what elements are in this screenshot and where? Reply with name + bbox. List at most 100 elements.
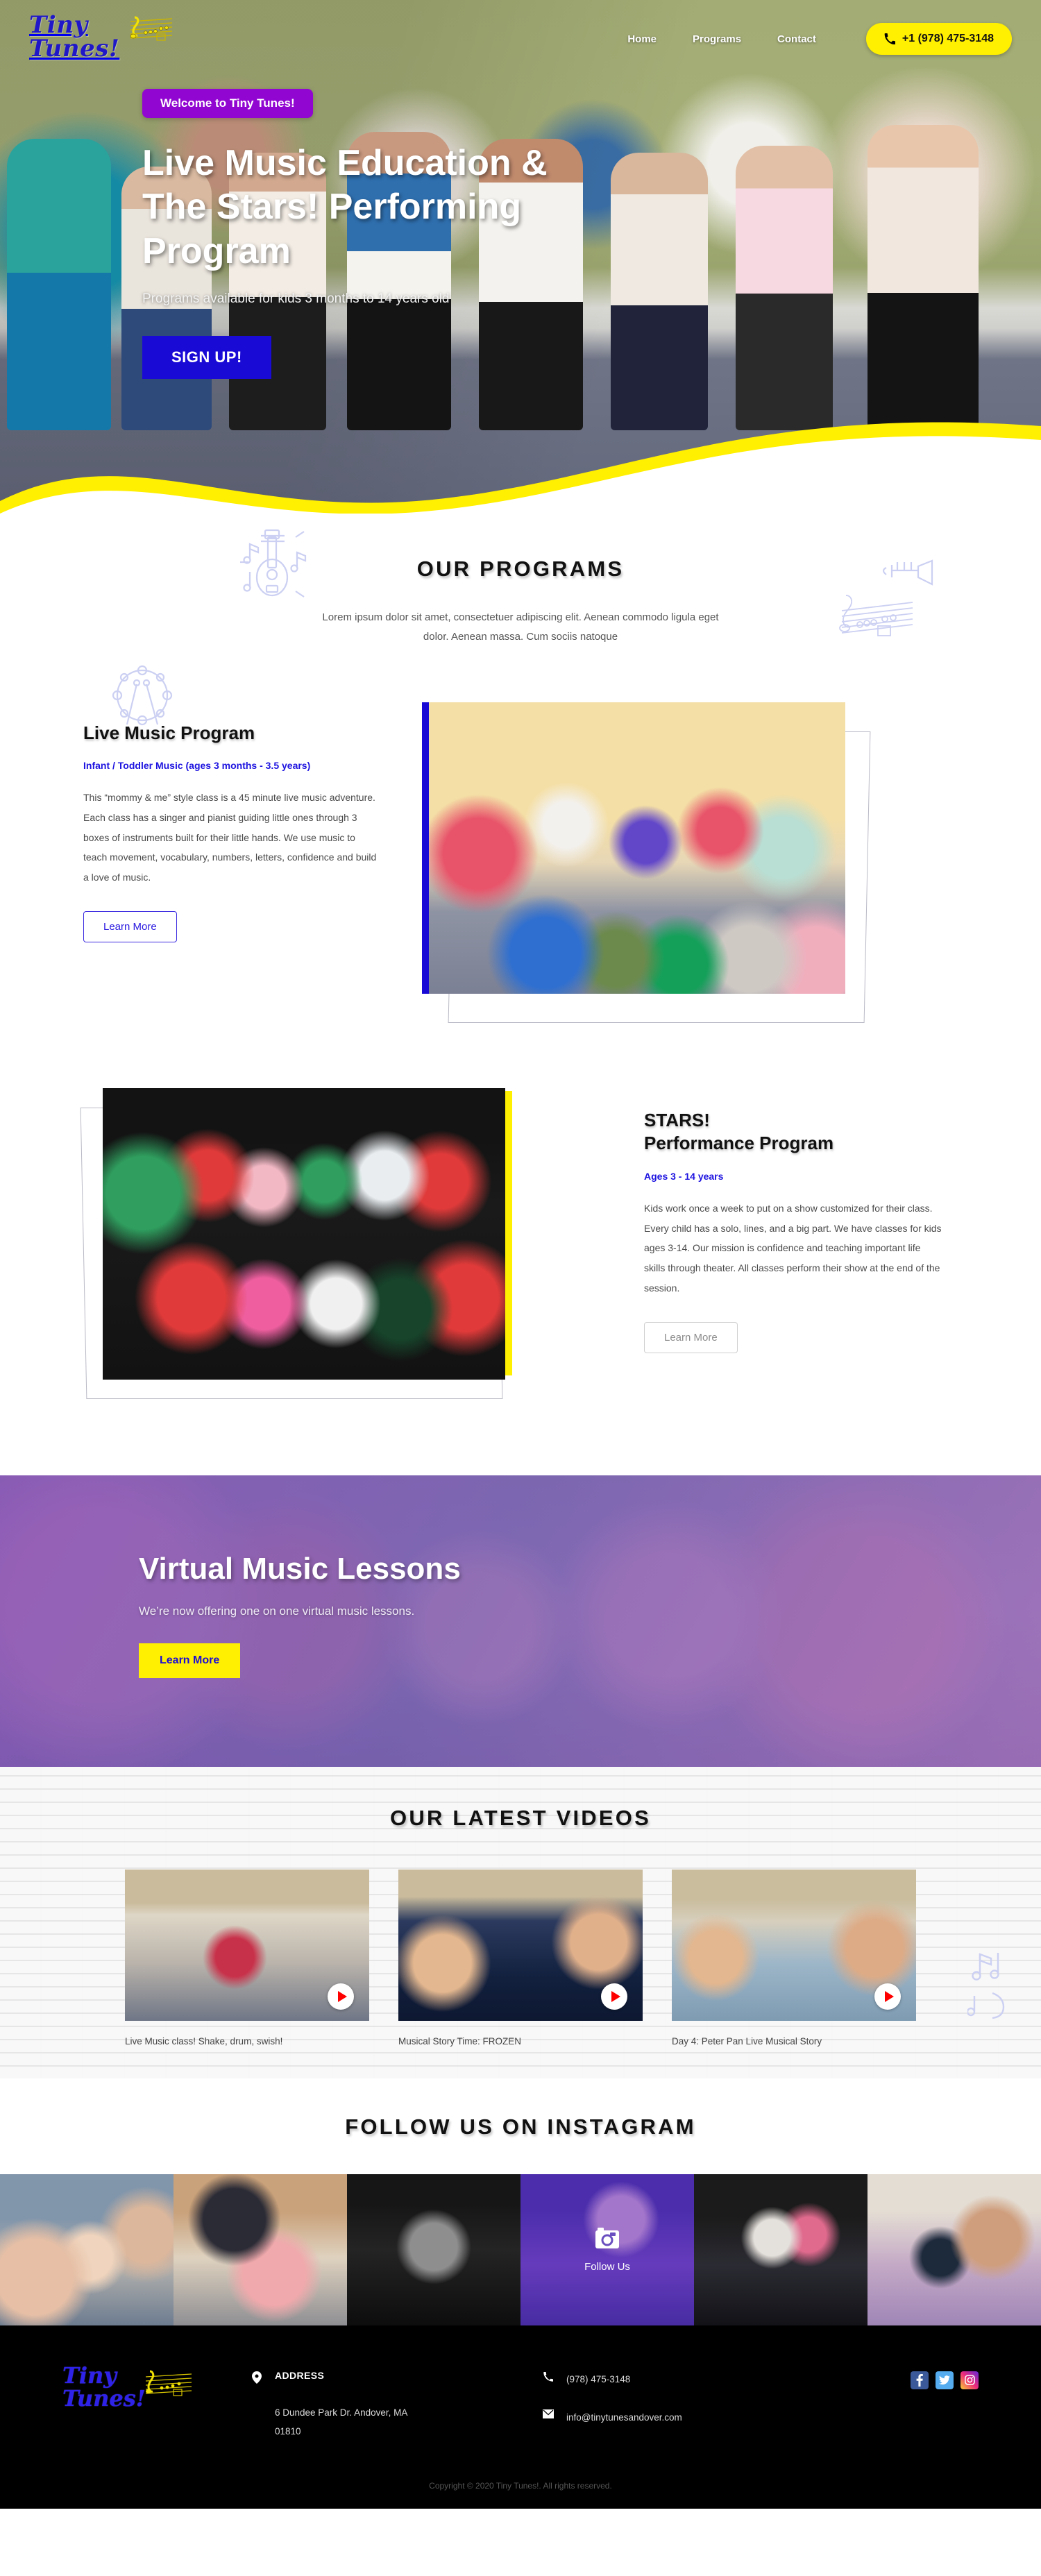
stars-title-line1: STARS!	[644, 1109, 710, 1130]
instagram-post[interactable]	[0, 2174, 174, 2325]
twitter-icon[interactable]	[936, 2371, 954, 2389]
site-footer: Tiny Tunes! ADDRESS 6 Dundee Park Dr. An…	[0, 2325, 1041, 2509]
hero-section: Tiny Tunes! Home Programs Contact +1 (97…	[0, 0, 1041, 514]
instagram-icon	[595, 2228, 619, 2248]
photo-yellow-bar-accent	[505, 1090, 512, 1375]
photo-blue-bar-accent	[422, 702, 429, 994]
play-icon[interactable]	[601, 1983, 627, 2010]
footer-copyright: Copyright © 2020 Tiny Tunes!. All rights…	[429, 2480, 612, 2491]
live-music-photo-frame	[409, 697, 871, 1023]
music-staff-icon	[130, 16, 173, 41]
header-phone-number: +1 (978) 475-3148	[902, 33, 994, 44]
programs-lead: Lorem ipsum dolor sit amet, consectetuer…	[322, 611, 719, 643]
instagram-icon[interactable]	[960, 2371, 979, 2389]
instagram-section: FOLLOW US ON INSTAGRAM Follow Us	[0, 2078, 1041, 2325]
hero-title: Live Music Education & The Stars! Perfor…	[142, 143, 548, 271]
instagram-grid: Follow Us	[0, 2174, 1041, 2325]
footer-contact-block: (978) 475-3148 info@tinytunesandover.com	[541, 2359, 819, 2427]
music-note-decoration-icon	[967, 1952, 1005, 2019]
live-music-ages: Infant / Toddler Music (ages 3 months - …	[83, 760, 311, 772]
page-root: Tiny Tunes! Home Programs Contact +1 (97…	[0, 0, 1041, 2509]
programs-title: OUR PROGRAMS	[416, 557, 625, 581]
stars-body: Kids work once a week to put on a show c…	[644, 1203, 942, 1294]
videos-title: OUR LATEST VIDEOS	[390, 1805, 651, 1830]
nav-item-programs[interactable]: Programs	[693, 33, 741, 45]
nav-item-home[interactable]: Home	[627, 33, 657, 45]
header-phone-button[interactable]: +1 (978) 475-3148	[865, 23, 1012, 55]
virtual-title: Virtual Music Lessons	[139, 1551, 461, 1586]
live-music-learn-more-button[interactable]: Learn More	[83, 910, 177, 942]
live-music-body: This “mommy & me” style class is a 45 mi…	[83, 792, 377, 883]
site-header: Tiny Tunes! Home Programs Contact +1 (97…	[0, 0, 1041, 68]
live-music-photo	[429, 702, 845, 994]
location-pin-icon	[250, 2370, 264, 2384]
footer-music-staff-icon	[145, 2370, 192, 2396]
live-music-program-row: Live Music Program Infant / Toddler Musi…	[83, 697, 958, 1023]
phone-icon	[541, 2370, 555, 2382]
yellow-wave-divider	[0, 422, 1041, 514]
phone-icon	[884, 33, 895, 44]
play-icon[interactable]	[874, 1983, 901, 2010]
virtual-subtitle: We’re now offering one on one virtual mu…	[139, 1604, 415, 1618]
video-card[interactable]: Musical Story Time: FROZEN	[398, 1869, 643, 2047]
virtual-learn-more-button[interactable]: Learn More	[139, 1643, 241, 1678]
sheet-music-icon	[839, 595, 913, 636]
virtual-content: Virtual Music Lessons We’re now offering…	[0, 1475, 1041, 1678]
stars-photo	[103, 1087, 505, 1380]
live-music-text-column: Live Music Program Infant / Toddler Musi…	[83, 697, 409, 942]
instagram-post[interactable]	[174, 2174, 347, 2325]
instagram-post[interactable]	[347, 2174, 520, 2325]
footer-logo[interactable]: Tiny Tunes!	[62, 2359, 250, 2420]
stars-ages: Ages 3 - 14 years	[644, 1171, 724, 1183]
hero-badge: Welcome to Tiny Tunes!	[142, 89, 313, 118]
instagram-title: FOLLOW US ON INSTAGRAM	[345, 2114, 696, 2139]
envelope-icon	[541, 2408, 555, 2418]
stars-title-line2: Performance Program	[644, 1133, 834, 1154]
hero-subtitle: Programs available for kids 3 months to …	[142, 291, 450, 307]
footer-address-label: ADDRESS	[275, 2369, 325, 2381]
video-caption: Musical Story Time: FROZEN	[398, 2035, 522, 2047]
footer-phone-value: (978) 475-3148	[566, 2373, 631, 2384]
instagram-follow-label: Follow Us	[584, 2261, 630, 2273]
video-card[interactable]: Live Music class! Shake, drum, swish!	[125, 1869, 369, 2047]
stars-photo-frame	[80, 1083, 514, 1409]
stars-learn-more-button[interactable]: Learn More	[644, 1321, 738, 1353]
footer-address-block: ADDRESS 6 Dundee Park Dr. Andover, MA 01…	[250, 2359, 541, 2441]
hero-content: Welcome to Tiny Tunes! Live Music Educat…	[0, 68, 1041, 380]
video-caption: Day 4: Peter Pan Live Musical Story	[672, 2035, 822, 2047]
videos-content: OUR LATEST VIDEOS Live Music class! Shak…	[0, 1806, 1041, 2047]
footer-social-links	[911, 2359, 979, 2389]
hero-signup-button[interactable]: SIGN UP!	[142, 336, 271, 380]
video-card[interactable]: Day 4: Peter Pan Live Musical Story	[672, 1869, 916, 2047]
videos-grid: Live Music class! Shake, drum, swish! Mu…	[125, 1869, 916, 2047]
instagram-follow-overlay[interactable]: Follow Us	[520, 2174, 694, 2325]
logo-mark: Tiny Tunes!	[29, 9, 175, 69]
footer-address-label-row: ADDRESS	[250, 2370, 541, 2384]
videos-section: OUR LATEST VIDEOS Live Music class! Shak…	[0, 1766, 1041, 2078]
play-icon[interactable]	[328, 1983, 354, 2010]
footer-phone-row[interactable]: (978) 475-3148	[541, 2370, 819, 2389]
footer-address-value-row: 6 Dundee Park Dr. Andover, MA 01810	[250, 2403, 541, 2441]
nav-item-contact[interactable]: Contact	[777, 33, 816, 45]
stars-program-row: STARS! Performance Program Ages 3 - 14 y…	[80, 1083, 958, 1409]
main-navigation: Home Programs Contact +1 (978) 475-3148	[627, 23, 1012, 55]
footer-address-value: 6 Dundee Park Dr. Andover, MA 01810	[275, 2407, 407, 2437]
video-thumbnail[interactable]	[398, 1869, 643, 2021]
site-logo[interactable]: Tiny Tunes!	[29, 9, 189, 69]
stars-image-column	[80, 1083, 611, 1409]
footer-email-row[interactable]: info@tinytunesandover.com	[541, 2408, 819, 2427]
stars-text-column: STARS! Performance Program Ages 3 - 14 y…	[611, 1083, 958, 1353]
programs-section: OUR PROGRAMS Lorem ipsum dolor sit amet,…	[0, 514, 1041, 1409]
video-thumbnail[interactable]	[125, 1869, 369, 2021]
live-music-title: Live Music Program	[83, 722, 255, 743]
virtual-lessons-section: Virtual Music Lessons We’re now offering…	[0, 1475, 1041, 1767]
instagram-post[interactable]	[694, 2174, 867, 2325]
live-music-image-column	[409, 697, 958, 1023]
instagram-post[interactable]	[867, 2174, 1041, 2325]
facebook-icon[interactable]	[911, 2371, 929, 2389]
instagram-post[interactable]: Follow Us	[520, 2174, 694, 2325]
video-caption: Live Music class! Shake, drum, swish!	[125, 2035, 283, 2047]
video-thumbnail[interactable]	[672, 1869, 916, 2021]
footer-email-value: info@tinytunesandover.com	[566, 2412, 682, 2423]
footer-content: Tiny Tunes! ADDRESS 6 Dundee Park Dr. An…	[62, 2359, 979, 2441]
